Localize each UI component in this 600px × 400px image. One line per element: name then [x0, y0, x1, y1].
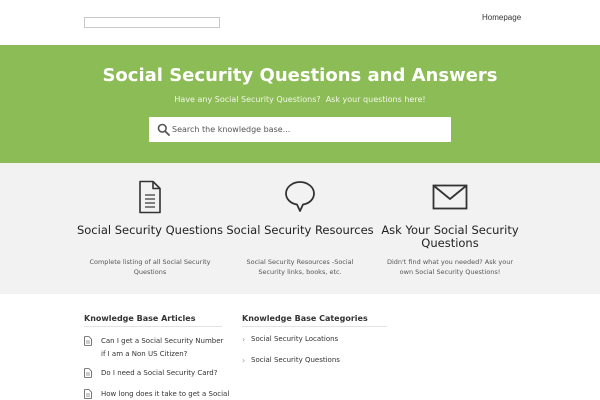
article-link[interactable]: Can I get a Social Security Number if I … — [101, 335, 226, 360]
search-box[interactable] — [149, 117, 451, 142]
speech-bubble-icon — [285, 181, 315, 212]
articles-divider — [84, 326, 222, 327]
document-icon — [139, 180, 161, 214]
feature-description: Social Security Resources -Social Securi… — [246, 258, 354, 276]
features-section: Social Security Questions Complete listi… — [0, 163, 600, 294]
site-header: Homepage — [0, 0, 600, 45]
feature-resources[interactable]: Social Security Resources Social Securit… — [225, 163, 375, 294]
search-input[interactable] — [172, 117, 444, 142]
hero-subtitle: Have any Social Security Questions? Ask … — [174, 95, 426, 104]
feature-description: Didn't find what you needed? Ask your ow… — [386, 258, 514, 276]
articles-column: Knowledge Base Articles Can I get a Soci… — [84, 314, 229, 399]
feature-title[interactable]: Social Security Resources — [225, 224, 375, 237]
feature-title[interactable]: Social Security Questions — [75, 224, 225, 237]
feature-description: Complete listing of all Social Security … — [89, 258, 211, 276]
envelope-icon — [432, 184, 468, 210]
document-icon — [84, 336, 92, 346]
document-icon — [84, 368, 92, 378]
nav-homepage-link[interactable]: Homepage — [482, 13, 521, 22]
feature-ask[interactable]: Ask Your Social Security Questions Didn'… — [375, 163, 525, 294]
article-link[interactable]: Do I need a Social Security Card? — [101, 367, 226, 380]
hero-banner: Social Security Questions and Answers Ha… — [0, 45, 600, 163]
categories-column: Knowledge Base Categories › Social Secur… — [242, 314, 388, 365]
article-link[interactable]: How long does it take to get a Social — [101, 388, 229, 400]
search-icon — [157, 123, 170, 136]
category-link[interactable]: Social Security Questions — [251, 356, 340, 365]
category-link[interactable]: Social Security Locations — [251, 335, 338, 344]
articles-heading: Knowledge Base Articles — [84, 314, 196, 323]
feature-title[interactable]: Ask Your Social Security Questions — [375, 224, 525, 249]
categories-divider — [242, 326, 387, 327]
document-icon — [84, 389, 92, 399]
hero-title: Social Security Questions and Answers — [102, 65, 498, 86]
chevron-right-icon: › — [242, 356, 246, 365]
chevron-right-icon: › — [242, 335, 246, 344]
categories-heading: Knowledge Base Categories — [242, 314, 368, 323]
feature-questions[interactable]: Social Security Questions Complete listi… — [75, 163, 225, 294]
site-logo[interactable] — [84, 17, 220, 28]
